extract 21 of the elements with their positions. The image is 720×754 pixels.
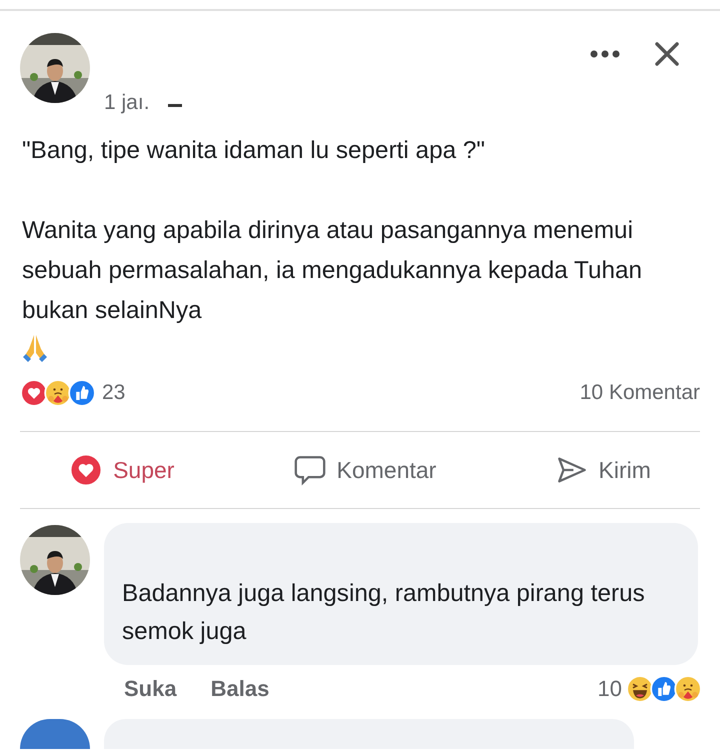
reaction-count: 10 (598, 676, 622, 702)
like-icon (650, 675, 678, 703)
comment-text: Badannya juga langsing, rambutnya pirang terus semok juga (104, 523, 698, 665)
reply-link[interactable]: Balas (210, 676, 270, 702)
laughing-emoji-icon (626, 675, 654, 703)
comment-button[interactable]: Komentar (284, 449, 444, 491)
hug-emoji-icon (44, 379, 72, 407)
hug-emoji-icon (674, 675, 702, 703)
react-button[interactable]: Super (61, 449, 182, 491)
post-text: Wanita yang apabila dirinya atau pasangannya menemui sebuah permasalahan, ia mengadukannya kepada Tuhan bukan selainNya (22, 216, 644, 326)
send-button[interactable]: Kirim (546, 449, 659, 491)
like-link[interactable]: Suka (124, 676, 177, 702)
close-icon[interactable] (654, 41, 680, 67)
like-icon (68, 379, 96, 407)
more-icon[interactable] (590, 50, 620, 58)
comment-count[interactable]: 10 Komentar (580, 381, 700, 405)
post-time: 1 jaı. (104, 91, 150, 115)
redaction-mark (168, 104, 182, 107)
reaction-count: 23 (102, 381, 126, 405)
post-quote: "Bang, tipe wanita idaman lu seperti apa ?" (22, 136, 486, 166)
speech-bubble-icon (292, 453, 327, 487)
